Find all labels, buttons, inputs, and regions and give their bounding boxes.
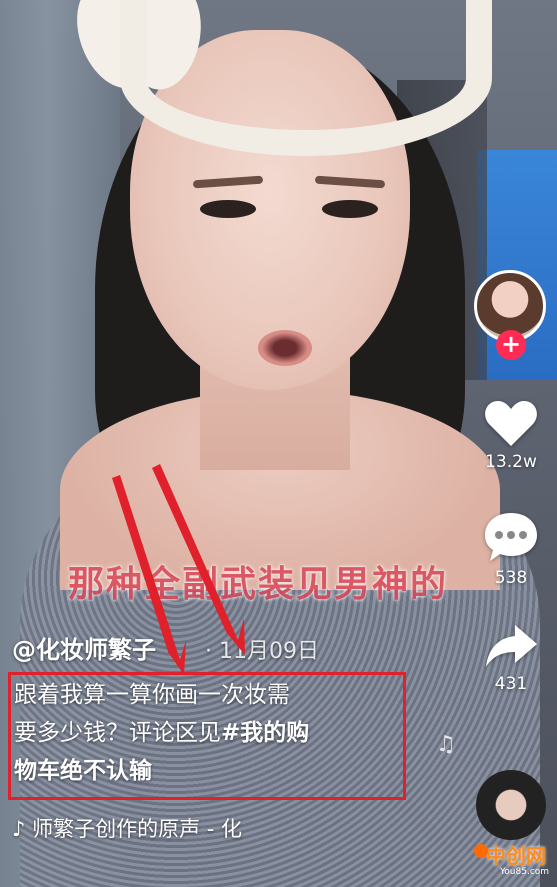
heart-icon <box>485 401 537 446</box>
watermark-sub: You85.com <box>500 867 550 877</box>
video-screen[interactable]: 那种全副武装见男神的 @化妆师繁子 · 11月09日 跟着我算一算你画一次妆需 … <box>0 0 557 887</box>
share-button[interactable]: 431 <box>476 622 546 694</box>
music-disc[interactable] <box>476 770 546 840</box>
watermark-logo-icon <box>474 844 488 858</box>
watermark-main: 中创网 <box>486 844 546 868</box>
comment-count: 538 <box>494 568 528 588</box>
music-note-icon: ♫ <box>436 732 456 757</box>
share-count: 431 <box>494 674 528 694</box>
comment-icon <box>485 513 537 561</box>
annotation-arrows <box>112 464 245 675</box>
comment-button[interactable]: 538 <box>476 510 546 588</box>
like-count: 13.2w <box>485 452 537 472</box>
watermark: 中创网 You85.com <box>474 840 556 884</box>
share-arrow-icon <box>486 625 537 667</box>
like-button[interactable]: 13.2w <box>476 398 546 472</box>
follow-button[interactable]: + <box>496 330 526 360</box>
